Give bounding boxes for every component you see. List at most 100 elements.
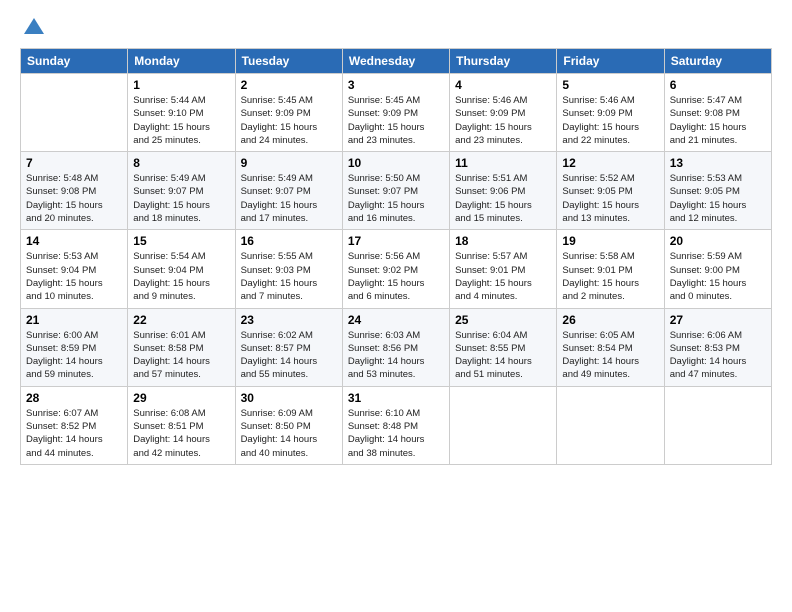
day-info: Sunrise: 6:08 AMSunset: 8:51 PMDaylight:… [133, 407, 229, 460]
calendar-week-row: 28 Sunrise: 6:07 AMSunset: 8:52 PMDayligh… [21, 386, 772, 464]
calendar-cell: 5Sunrise: 5:46 AMSunset: 9:09 PMDaylight… [557, 74, 664, 152]
day-number: 12 [562, 156, 658, 170]
day-info: Sunrise: 5:49 AMSunset: 9:07 PMDaylight:… [133, 172, 229, 225]
calendar-cell: 28 Sunrise: 6:07 AMSunset: 8:52 PMDayligh… [21, 386, 128, 464]
day-number: 15 [133, 234, 229, 248]
day-info: Sunrise: 6:05 AMSunset: 8:54 PMDaylight:… [562, 329, 658, 382]
calendar-cell [557, 386, 664, 464]
calendar-cell: 27 Sunrise: 6:06 AMSunset: 8:53 PMDayligh… [664, 308, 771, 386]
calendar-cell: 12Sunrise: 5:52 AMSunset: 9:05 PMDayligh… [557, 152, 664, 230]
day-number: 23 [241, 313, 337, 327]
day-number: 29 [133, 391, 229, 405]
header [20, 16, 772, 40]
day-info: Sunrise: 5:51 AMSunset: 9:06 PMDaylight:… [455, 172, 551, 225]
day-info: Sunrise: 5:59 AMSunset: 9:00 PMDaylight:… [670, 250, 766, 303]
calendar-cell: 1 Sunrise: 5:44 AMSunset: 9:10 PMDaylight… [128, 74, 235, 152]
day-number: 20 [670, 234, 766, 248]
calendar-cell: 29 Sunrise: 6:08 AMSunset: 8:51 PMDayligh… [128, 386, 235, 464]
day-info: Sunrise: 5:55 AMSunset: 9:03 PMDaylight:… [241, 250, 337, 303]
day-info: Sunrise: 5:56 AMSunset: 9:02 PMDaylight:… [348, 250, 444, 303]
calendar-cell: 25 Sunrise: 6:04 AMSunset: 8:55 PMDayligh… [450, 308, 557, 386]
calendar-cell: 22 Sunrise: 6:01 AMSunset: 8:58 PMDayligh… [128, 308, 235, 386]
calendar-cell: 15 Sunrise: 5:54 AMSunset: 9:04 PMDayligh… [128, 230, 235, 308]
day-number: 24 [348, 313, 444, 327]
calendar-cell: 18 Sunrise: 5:57 AMSunset: 9:01 PMDayligh… [450, 230, 557, 308]
day-info: Sunrise: 6:07 AMSunset: 8:52 PMDaylight:… [26, 407, 122, 460]
day-number: 14 [26, 234, 122, 248]
day-info: Sunrise: 5:48 AMSunset: 9:08 PMDaylight:… [26, 172, 122, 225]
calendar-header-saturday: Saturday [664, 49, 771, 74]
calendar-cell: 6Sunrise: 5:47 AMSunset: 9:08 PMDaylight… [664, 74, 771, 152]
day-number: 26 [562, 313, 658, 327]
day-info: Sunrise: 6:02 AMSunset: 8:57 PMDaylight:… [241, 329, 337, 382]
day-number: 22 [133, 313, 229, 327]
day-number: 3 [348, 78, 444, 92]
day-info: Sunrise: 6:04 AMSunset: 8:55 PMDaylight:… [455, 329, 551, 382]
day-number: 28 [26, 391, 122, 405]
calendar-cell: 17 Sunrise: 5:56 AMSunset: 9:02 PMDayligh… [342, 230, 449, 308]
calendar-cell: 23 Sunrise: 6:02 AMSunset: 8:57 PMDayligh… [235, 308, 342, 386]
calendar-week-row: 1 Sunrise: 5:44 AMSunset: 9:10 PMDaylight… [21, 74, 772, 152]
day-number: 25 [455, 313, 551, 327]
day-info: Sunrise: 5:46 AMSunset: 9:09 PMDaylight:… [455, 94, 551, 147]
calendar-header-tuesday: Tuesday [235, 49, 342, 74]
calendar-cell: 8 Sunrise: 5:49 AMSunset: 9:07 PMDaylight… [128, 152, 235, 230]
page: SundayMondayTuesdayWednesdayThursdayFrid… [0, 0, 792, 612]
day-number: 6 [670, 78, 766, 92]
calendar-cell: 2 Sunrise: 5:45 AMSunset: 9:09 PMDaylight… [235, 74, 342, 152]
calendar-cell: 24 Sunrise: 6:03 AMSunset: 8:56 PMDayligh… [342, 308, 449, 386]
day-number: 13 [670, 156, 766, 170]
calendar-cell: 14Sunrise: 5:53 AMSunset: 9:04 PMDayligh… [21, 230, 128, 308]
day-number: 10 [348, 156, 444, 170]
day-info: Sunrise: 6:10 AMSunset: 8:48 PMDaylight:… [348, 407, 444, 460]
day-info: Sunrise: 6:06 AMSunset: 8:53 PMDaylight:… [670, 329, 766, 382]
day-number: 27 [670, 313, 766, 327]
day-info: Sunrise: 5:50 AMSunset: 9:07 PMDaylight:… [348, 172, 444, 225]
day-info: Sunrise: 6:01 AMSunset: 8:58 PMDaylight:… [133, 329, 229, 382]
day-number: 11 [455, 156, 551, 170]
day-number: 8 [133, 156, 229, 170]
calendar-header-row: SundayMondayTuesdayWednesdayThursdayFrid… [21, 49, 772, 74]
calendar-cell: 13Sunrise: 5:53 AMSunset: 9:05 PMDayligh… [664, 152, 771, 230]
calendar-cell: 4 Sunrise: 5:46 AMSunset: 9:09 PMDaylight… [450, 74, 557, 152]
day-number: 18 [455, 234, 551, 248]
day-number: 17 [348, 234, 444, 248]
calendar-cell: 31 Sunrise: 6:10 AMSunset: 8:48 PMDayligh… [342, 386, 449, 464]
day-number: 2 [241, 78, 337, 92]
day-number: 31 [348, 391, 444, 405]
day-number: 21 [26, 313, 122, 327]
calendar-cell: 9Sunrise: 5:49 AMSunset: 9:07 PMDaylight… [235, 152, 342, 230]
calendar-cell: 20 Sunrise: 5:59 AMSunset: 9:00 PMDayligh… [664, 230, 771, 308]
day-info: Sunrise: 5:57 AMSunset: 9:01 PMDaylight:… [455, 250, 551, 303]
calendar-header-monday: Monday [128, 49, 235, 74]
calendar-week-row: 7 Sunrise: 5:48 AMSunset: 9:08 PMDaylight… [21, 152, 772, 230]
calendar-cell: 21 Sunrise: 6:00 AMSunset: 8:59 PMDayligh… [21, 308, 128, 386]
calendar-header-friday: Friday [557, 49, 664, 74]
calendar-cell: 7 Sunrise: 5:48 AMSunset: 9:08 PMDaylight… [21, 152, 128, 230]
calendar-header-thursday: Thursday [450, 49, 557, 74]
day-info: Sunrise: 6:03 AMSunset: 8:56 PMDaylight:… [348, 329, 444, 382]
day-number: 7 [26, 156, 122, 170]
day-info: Sunrise: 5:54 AMSunset: 9:04 PMDaylight:… [133, 250, 229, 303]
calendar-week-row: 14Sunrise: 5:53 AMSunset: 9:04 PMDayligh… [21, 230, 772, 308]
calendar-header-sunday: Sunday [21, 49, 128, 74]
day-info: Sunrise: 5:45 AMSunset: 9:09 PMDaylight:… [348, 94, 444, 147]
day-info: Sunrise: 6:09 AMSunset: 8:50 PMDaylight:… [241, 407, 337, 460]
calendar-cell: 30Sunrise: 6:09 AMSunset: 8:50 PMDayligh… [235, 386, 342, 464]
logo [20, 16, 46, 40]
day-number: 5 [562, 78, 658, 92]
calendar-cell: 10 Sunrise: 5:50 AMSunset: 9:07 PMDayligh… [342, 152, 449, 230]
day-number: 19 [562, 234, 658, 248]
calendar-cell [21, 74, 128, 152]
day-info: Sunrise: 6:00 AMSunset: 8:59 PMDaylight:… [26, 329, 122, 382]
calendar-cell: 26 Sunrise: 6:05 AMSunset: 8:54 PMDayligh… [557, 308, 664, 386]
day-number: 4 [455, 78, 551, 92]
day-number: 16 [241, 234, 337, 248]
day-info: Sunrise: 5:45 AMSunset: 9:09 PMDaylight:… [241, 94, 337, 147]
day-number: 9 [241, 156, 337, 170]
calendar-cell: 19Sunrise: 5:58 AMSunset: 9:01 PMDayligh… [557, 230, 664, 308]
logo-icon [22, 16, 46, 40]
day-info: Sunrise: 5:44 AMSunset: 9:10 PMDaylight:… [133, 94, 229, 147]
day-number: 1 [133, 78, 229, 92]
calendar-cell: 16 Sunrise: 5:55 AMSunset: 9:03 PMDayligh… [235, 230, 342, 308]
